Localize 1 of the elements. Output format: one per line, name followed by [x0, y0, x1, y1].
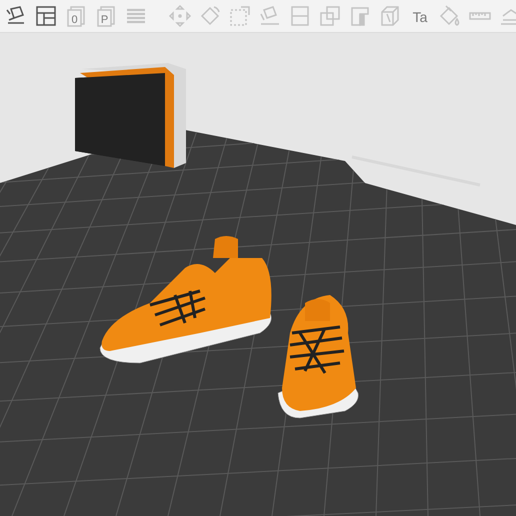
arrange-icon[interactable] — [34, 4, 58, 28]
